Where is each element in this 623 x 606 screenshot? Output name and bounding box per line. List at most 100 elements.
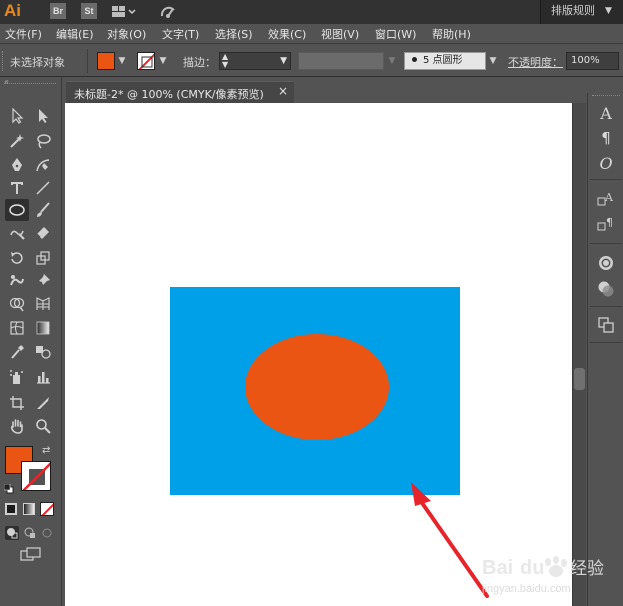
symbol-sprayer-tool[interactable] xyxy=(5,366,29,388)
gradient-tool[interactable] xyxy=(31,317,55,339)
control-grip[interactable] xyxy=(2,51,5,71)
paragraph-panel-icon[interactable]: ¶ xyxy=(596,128,616,148)
app-logo: Ai xyxy=(4,1,21,20)
artboard-canvas[interactable] xyxy=(65,103,572,606)
column-graph-tool[interactable] xyxy=(31,366,55,388)
close-icon[interactable]: × xyxy=(278,84,288,98)
lasso-icon xyxy=(37,134,51,149)
arrange-documents-icon[interactable] xyxy=(111,3,137,20)
scrollbar-thumb[interactable] xyxy=(574,368,585,390)
opacity-input[interactable]: 100% xyxy=(566,52,619,70)
swap-colors-icon[interactable]: ⇄ xyxy=(42,445,50,456)
color-mode-button[interactable] xyxy=(5,503,17,515)
baidu-watermark: Bai du 经验 jingyan.baidu.com xyxy=(481,552,622,602)
ellipse-tool[interactable] xyxy=(5,199,29,221)
mesh-tool[interactable] xyxy=(5,317,29,339)
line-tool[interactable] xyxy=(31,177,55,199)
pen-tool[interactable] xyxy=(5,154,29,176)
svg-text:¶: ¶ xyxy=(606,216,613,229)
stroke-color-box[interactable] xyxy=(21,461,51,491)
chevron-down-icon[interactable]: ▼ xyxy=(280,53,287,69)
none-mode-button[interactable] xyxy=(40,502,54,516)
curvature-icon xyxy=(36,159,50,172)
stroke-weight-field[interactable]: ▲ ▼ ▼ xyxy=(219,52,291,70)
chevron-down-icon[interactable]: ▼ xyxy=(487,53,499,69)
chevron-down-icon[interactable]: ▼ xyxy=(386,53,398,69)
transparency-panel-icon[interactable] xyxy=(596,279,616,299)
orange-ellipse[interactable] xyxy=(245,334,389,440)
eraser-tool[interactable] xyxy=(31,222,55,244)
menu-bar: 文件(F) 编辑(E) 对象(O) 文字(T) 选择(S) 效果(C) 视图(V… xyxy=(0,24,623,44)
curvature-tool[interactable] xyxy=(31,154,55,176)
magic-wand-tool[interactable] xyxy=(5,130,29,152)
menu-type[interactable]: 文字(T) xyxy=(162,26,199,42)
paintbrush-tool[interactable] xyxy=(31,199,55,221)
rotate-tool[interactable] xyxy=(5,247,29,269)
type-tool[interactable] xyxy=(5,177,29,199)
gpu-performance-icon[interactable] xyxy=(158,3,178,21)
perspective-grid-tool[interactable] xyxy=(31,293,55,315)
type-icon xyxy=(11,182,23,194)
menu-view[interactable]: 视图(V) xyxy=(321,26,359,42)
draw-inside-icon[interactable] xyxy=(40,526,54,540)
opacity-label[interactable]: 不透明度： xyxy=(508,54,563,70)
panel-dock: A ¶ O A ¶ xyxy=(587,93,623,606)
fill-color-swatch[interactable] xyxy=(97,52,115,70)
menu-select[interactable]: 选择(S) xyxy=(215,26,253,42)
workspace-label: 排版规则 xyxy=(551,4,595,17)
panel-grip[interactable] xyxy=(4,83,56,86)
paw-logo-icon xyxy=(545,556,567,577)
zoom-tool[interactable] xyxy=(31,415,55,437)
dock-grip[interactable] xyxy=(592,95,620,98)
menu-help[interactable]: 帮助(H) xyxy=(432,26,471,42)
direct-selection-tool[interactable] xyxy=(31,105,55,127)
eyedropper-tool[interactable] xyxy=(5,341,29,363)
stroke-label: 描边： xyxy=(183,56,216,69)
stepper-icon[interactable]: ▲ ▼ xyxy=(222,53,228,69)
collapse-icon[interactable]: « xyxy=(4,77,9,86)
screen-mode-icon[interactable] xyxy=(20,547,42,563)
vertical-scrollbar[interactable] xyxy=(572,103,586,606)
draw-behind-icon[interactable] xyxy=(23,526,37,540)
draw-normal-icon[interactable] xyxy=(5,526,19,540)
eyedropper-icon xyxy=(11,345,24,359)
gradient-mode-button[interactable] xyxy=(23,503,35,515)
watermark-brand-du: du xyxy=(520,557,544,579)
workspace-switcher[interactable]: 排版规则 ▼ xyxy=(540,0,623,24)
shaper-tool[interactable] xyxy=(5,222,29,244)
menu-object[interactable]: 对象(O) xyxy=(107,26,146,42)
menu-effect[interactable]: 效果(C) xyxy=(268,26,306,42)
stock-button[interactable]: St xyxy=(81,3,97,19)
brush-definition-field[interactable]: 5 点圆形 xyxy=(404,52,486,70)
warp-tool[interactable] xyxy=(5,270,29,292)
slice-tool[interactable] xyxy=(31,392,55,414)
stroke-color-swatch[interactable] xyxy=(137,52,155,70)
opentype-panel-icon[interactable]: O xyxy=(596,153,616,173)
scale-tool[interactable] xyxy=(31,247,55,269)
warp-icon xyxy=(10,275,24,286)
selection-tool[interactable] xyxy=(5,105,29,127)
menu-window[interactable]: 窗口(W) xyxy=(375,26,416,42)
chevron-down-icon[interactable]: ▼ xyxy=(116,53,128,69)
lasso-tool[interactable] xyxy=(31,130,55,152)
variable-width-profile[interactable] xyxy=(298,52,384,70)
hand-tool[interactable] xyxy=(5,415,29,437)
artboard-tool[interactable] xyxy=(5,392,29,414)
watermark-url: jingyan.baidu.com xyxy=(482,583,571,595)
puppet-warp-tool[interactable] xyxy=(31,270,55,292)
app-title-bar: Ai Br St 排版规则 ▼ xyxy=(0,0,623,24)
menu-file[interactable]: 文件(F) xyxy=(5,26,42,42)
shape-builder-tool[interactable] xyxy=(5,293,29,315)
shape-builder-icon xyxy=(9,297,25,312)
pathfinder-panel-icon[interactable] xyxy=(596,315,616,335)
character-styles-icon[interactable]: A xyxy=(596,189,616,209)
blend-tool[interactable] xyxy=(31,341,55,363)
appearance-panel-icon[interactable] xyxy=(596,253,616,273)
document-tab[interactable]: 未标题-2* @ 100% (CMYK/像素预览) × xyxy=(66,81,294,103)
chevron-down-icon[interactable]: ▼ xyxy=(157,53,169,69)
menu-edit[interactable]: 编辑(E) xyxy=(56,26,94,42)
paragraph-styles-icon[interactable]: ¶ xyxy=(596,214,616,234)
default-colors-icon[interactable] xyxy=(3,483,14,494)
bridge-button[interactable]: Br xyxy=(50,3,66,19)
character-panel-icon[interactable]: A xyxy=(596,103,616,123)
